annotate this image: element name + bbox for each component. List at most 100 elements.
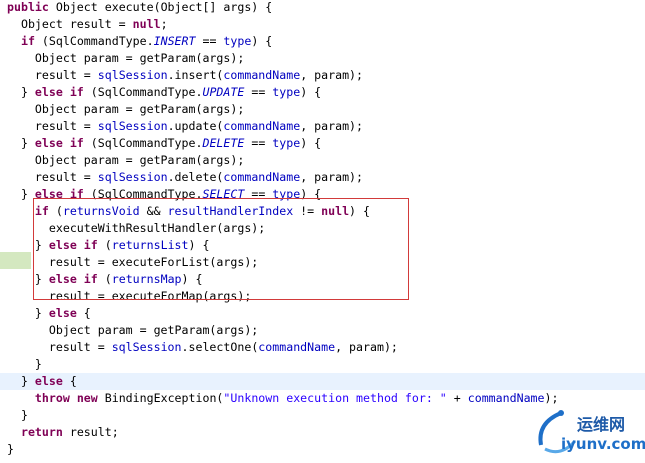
code-token: executeWithResultHandler(args); <box>7 221 266 235</box>
code-token: , param); <box>300 170 364 184</box>
watermark: 运维网 iyunv.com <box>531 405 645 461</box>
code-line[interactable]: result = sqlSession.insert(commandName, … <box>0 67 645 84</box>
code-token: ( <box>97 238 112 252</box>
code-token: sqlSession <box>97 68 168 82</box>
code-line-text: result = executeForMap(args); <box>7 288 251 305</box>
code-token: if <box>83 272 98 286</box>
code-line[interactable]: executeWithResultHandler(args); <box>0 220 645 237</box>
code-token: .insert( <box>167 68 224 82</box>
code-line[interactable]: Object param = getParam(args); <box>0 50 645 67</box>
code-token: .update( <box>167 119 224 133</box>
code-token: ) { <box>181 272 203 286</box>
code-token: == <box>244 136 273 150</box>
code-line-text: } <box>7 356 42 373</box>
code-line-text: } else if (returnsList) { <box>7 237 210 254</box>
code-token: new <box>76 391 98 405</box>
code-token: result; <box>62 425 119 439</box>
code-line[interactable]: Object param = getParam(args); <box>0 152 645 169</box>
code-token: ); <box>544 391 559 405</box>
code-line[interactable]: result = sqlSession.selectOne(commandNam… <box>0 339 645 356</box>
code-token: ) { <box>300 85 322 99</box>
code-line[interactable]: } else if (SqlCommandType.UPDATE == type… <box>0 84 645 101</box>
code-token: == <box>195 34 224 48</box>
code-line-text: result = sqlSession.insert(commandName, … <box>7 67 363 84</box>
code-token: commandName <box>467 391 545 405</box>
code-line[interactable]: } else { <box>0 305 645 322</box>
code-token: (SqlCommandType. <box>83 187 203 201</box>
code-token: ( <box>97 272 112 286</box>
code-token: Object param = getParam(args); <box>7 153 245 167</box>
code-line-text: Object param = getParam(args); <box>7 152 244 169</box>
code-token: public <box>7 0 49 14</box>
code-token: (SqlCommandType. <box>34 34 154 48</box>
code-token: if <box>69 187 84 201</box>
code-line[interactable]: } else if (returnsMap) { <box>0 271 645 288</box>
code-line[interactable]: if (returnsVoid && resultHandlerIndex !=… <box>0 203 645 220</box>
code-token: else <box>48 272 77 286</box>
code-line[interactable]: Object param = getParam(args); <box>0 101 645 118</box>
watermark-brand: 运维网 <box>577 415 626 434</box>
code-token: } <box>7 85 35 99</box>
watermark-url: iyunv.com <box>561 435 645 453</box>
code-token: ) { <box>188 238 210 252</box>
code-token: .delete( <box>167 170 224 184</box>
code-token: sqlSession <box>97 170 168 184</box>
code-token: null <box>321 204 350 218</box>
code-token: == <box>244 187 273 201</box>
code-line[interactable]: result = sqlSession.update(commandName, … <box>0 118 645 135</box>
code-line[interactable]: if (SqlCommandType.INSERT == type) { <box>0 33 645 50</box>
code-token: type <box>272 187 301 201</box>
code-token: { <box>62 374 77 388</box>
code-token: ) { <box>349 204 370 218</box>
code-token: Object param = getParam(args); <box>7 51 245 65</box>
code-line-text: } <box>7 441 14 458</box>
code-token: commandName <box>223 119 301 133</box>
code-line[interactable]: } else { <box>0 373 645 390</box>
code-line[interactable]: } <box>0 356 645 373</box>
code-line-text: result = sqlSession.update(commandName, … <box>7 118 363 135</box>
code-token: Object param = getParam(args); <box>7 102 245 116</box>
code-token: (SqlCommandType. <box>83 136 203 150</box>
code-token: UPDATE <box>202 85 245 99</box>
code-line[interactable]: result = sqlSession.delete(commandName, … <box>0 169 645 186</box>
code-token: type <box>223 34 252 48</box>
code-line[interactable]: } else if (SqlCommandType.DELETE == type… <box>0 135 645 152</box>
code-line[interactable]: Object param = getParam(args); <box>0 322 645 339</box>
code-token: commandName <box>223 170 301 184</box>
code-line-text: Object result = null; <box>7 16 168 33</box>
code-token: ) { <box>300 136 322 150</box>
code-token: == <box>244 85 273 99</box>
code-line[interactable]: result = executeForList(args); <box>0 254 645 271</box>
code-line-text: if (SqlCommandType.INSERT == type) { <box>7 33 272 50</box>
code-editor[interactable]: public Object execute(Object[] args) { O… <box>0 0 645 463</box>
code-line-text: } else if (SqlCommandType.UPDATE == type… <box>7 84 321 101</box>
code-token: ) { <box>251 34 273 48</box>
code-line[interactable]: result = executeForMap(args); <box>0 288 645 305</box>
code-token: returnsList <box>111 238 189 252</box>
code-token: } <box>7 374 35 388</box>
code-token: sqlSession <box>97 119 168 133</box>
code-line[interactable]: public Object execute(Object[] args) { <box>0 0 645 16</box>
code-token: .selectOne( <box>181 340 259 354</box>
code-line-text: } <box>7 407 28 424</box>
code-line-text: Object param = getParam(args); <box>7 101 244 118</box>
code-line[interactable]: } else if (returnsList) { <box>0 237 645 254</box>
code-token: DELETE <box>202 136 245 150</box>
code-line-text: Object param = getParam(args); <box>7 50 244 67</box>
code-token: ; <box>160 17 168 31</box>
code-token: && <box>139 204 168 218</box>
code-line[interactable]: } else if (SqlCommandType.SELECT == type… <box>0 186 645 203</box>
code-token: returnsVoid <box>62 204 140 218</box>
code-token: if <box>69 85 84 99</box>
code-token: if <box>69 136 84 150</box>
code-token: , param); <box>300 119 364 133</box>
code-token: } <box>7 136 35 150</box>
code-line[interactable]: Object result = null; <box>0 16 645 33</box>
